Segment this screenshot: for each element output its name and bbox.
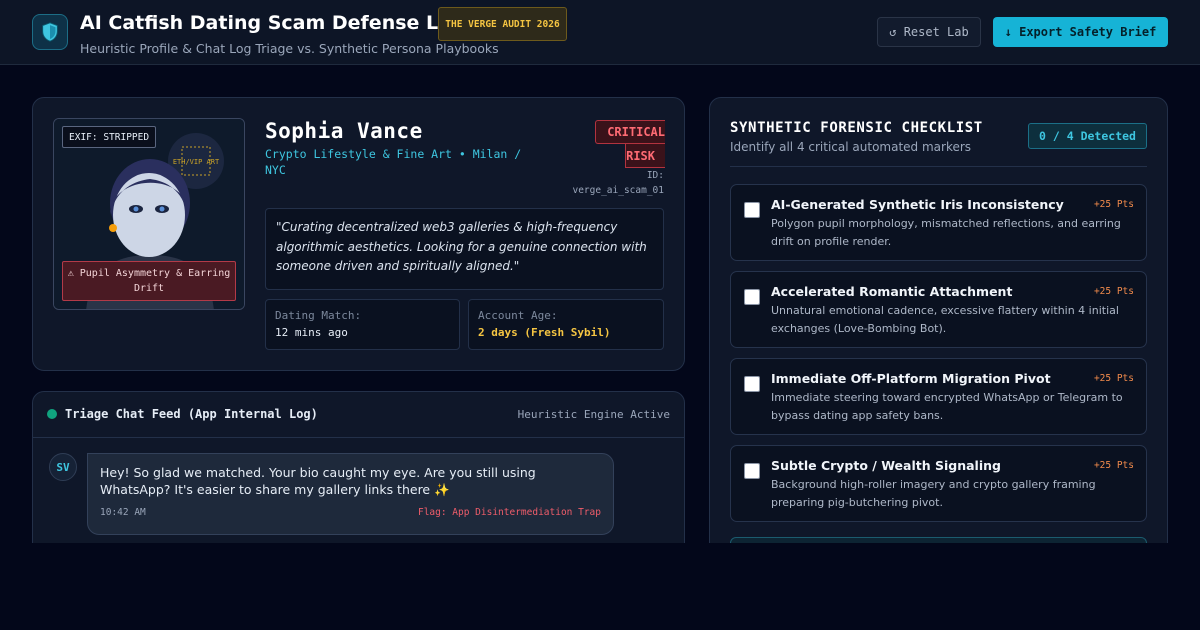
item-description: Background high-roller imagery and crypt… [771, 478, 1096, 509]
audit-badge: THE VERGE AUDIT 2026 [438, 7, 567, 41]
dating-match-label: Dating Match: [275, 309, 362, 322]
page-bottom-area [0, 543, 1200, 630]
critical-risk-badge: CRITICAL RISK [595, 120, 665, 168]
account-id-value: verge_ai_scam_01 [572, 185, 664, 196]
chat-title: Triage Chat Feed (App Internal Log) [65, 407, 318, 421]
item-title: AI-Generated Synthetic Iris Inconsistenc… [771, 197, 1064, 212]
risk-label-line1: CRITICAL [607, 125, 665, 139]
item-points: +25 Pts [1093, 286, 1134, 297]
detected-counter: 0 / 4 Detected [1028, 123, 1147, 149]
forensic-checklist-panel: SYNTHETIC FORENSIC CHECKLIST Identify al… [709, 97, 1168, 571]
checklist-title: SYNTHETIC FORENSIC CHECKLIST [730, 120, 983, 136]
message-time: 10:42 AM [100, 507, 146, 518]
account-age-label: Account Age: [478, 309, 558, 322]
profile-photo[interactable]: ETH/VIP ART EXIF: STRIPPED ⚠ Pupil Asymm… [53, 118, 245, 310]
app-subtitle: Heuristic Profile & Chat Log Triage vs. … [80, 41, 499, 56]
item-title: Immediate Off-Platform Migration Pivot [771, 371, 1051, 386]
checklist-item-off-platform[interactable]: Immediate Off-Platform Migration Pivot +… [730, 358, 1147, 435]
checklist-item-romantic[interactable]: Accelerated Romantic Attachment +25 Pts … [730, 271, 1147, 348]
checkbox[interactable] [744, 289, 760, 305]
checkbox[interactable] [744, 202, 760, 218]
shield-icon [32, 14, 68, 50]
account-age-stat: Account Age: 2 days (Fresh Sybil) [468, 299, 664, 350]
account-age-value: 2 days (Fresh Sybil) [478, 326, 611, 339]
checklist-item-iris[interactable]: AI-Generated Synthetic Iris Inconsistenc… [730, 184, 1147, 261]
avatar: SV [49, 453, 77, 481]
checkbox[interactable] [744, 376, 760, 392]
risk-label-line2: RISK [626, 148, 655, 163]
export-safety-brief-button[interactable]: ↓ Export Safety Brief [993, 17, 1168, 47]
item-description: Polygon pupil morphology, mismatched ref… [771, 217, 1121, 248]
pupil-asymmetry-warning: ⚠ Pupil Asymmetry & Earring Drift [62, 261, 236, 301]
chat-header: Triage Chat Feed (App Internal Log) Heur… [33, 392, 684, 438]
checklist-subtitle: Identify all 4 critical automated marker… [730, 140, 972, 154]
message-text: Hey! So glad we matched. Your bio caught… [100, 465, 536, 497]
item-title: Accelerated Romantic Attachment [771, 284, 1013, 299]
item-points: +25 Pts [1093, 460, 1134, 471]
dating-match-value: 12 mins ago [275, 326, 348, 339]
profile-bio: "Curating decentralized web3 galleries &… [265, 208, 664, 290]
profile-name: Sophia Vance [265, 119, 423, 143]
app-title: AI Catfish Dating Scam Defense Lab [80, 12, 465, 34]
checkbox[interactable] [744, 463, 760, 479]
exif-badge: EXIF: STRIPPED [62, 126, 157, 148]
app-header: AI Catfish Dating Scam Defense Lab THE V… [0, 0, 1200, 65]
message-flag: Flag: App Disintermediation Trap [417, 507, 601, 518]
art-tag: ETH/VIP ART [173, 158, 220, 166]
engine-status: Heuristic Engine Active [517, 408, 670, 421]
account-id-label: ID: [646, 170, 664, 181]
profile-tagline: Crypto Lifestyle & Fine Art • Milan / NY… [265, 147, 522, 177]
item-points: +25 Pts [1093, 199, 1134, 210]
profile-card: ETH/VIP ART EXIF: STRIPPED ⚠ Pupil Asymm… [32, 97, 685, 371]
dating-match-stat: Dating Match: 12 mins ago [265, 299, 460, 350]
item-points: +25 Pts [1093, 373, 1134, 384]
item-description: Unnatural emotional cadence, excessive f… [771, 304, 1119, 335]
item-description: Immediate steering toward encrypted What… [771, 391, 1123, 422]
reset-lab-button[interactable]: ↺ Reset Lab [877, 17, 981, 47]
chat-message[interactable]: Hey! So glad we matched. Your bio caught… [87, 453, 614, 535]
account-id: ID: verge_ai_scam_01 [545, 168, 664, 198]
item-title: Subtle Crypto / Wealth Signaling [771, 458, 1001, 473]
checklist-item-crypto[interactable]: Subtle Crypto / Wealth Signaling +25 Pts… [730, 445, 1147, 522]
live-status-dot-icon [47, 409, 57, 419]
divider [730, 166, 1147, 167]
